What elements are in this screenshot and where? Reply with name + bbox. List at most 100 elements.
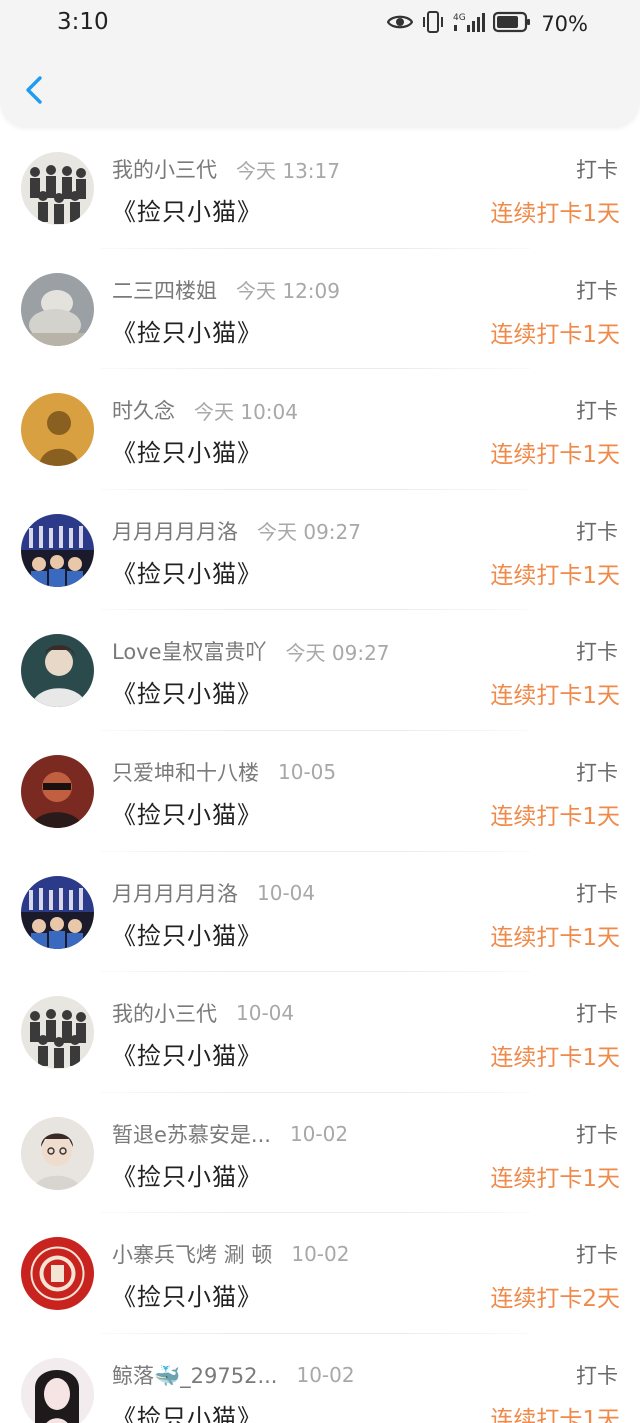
- status-bar: 3:10 4G 70%: [0, 0, 640, 48]
- checkin-action-label: 打卡: [576, 519, 618, 544]
- streak-label: 连续打卡1天: [490, 1406, 620, 1423]
- streak-label: 连续打卡1天: [490, 683, 620, 710]
- checkin-time: 10-05: [278, 759, 337, 784]
- streak-label: 连续打卡1天: [490, 924, 620, 951]
- chevron-left-icon: [26, 76, 42, 104]
- streak-label: 连续打卡1天: [490, 562, 620, 589]
- checkin-action-label: 打卡: [576, 640, 618, 665]
- checkin-row[interactable]: 鲸落🐳_29752... 10-02 《捡只小猫》 打卡连续打卡1天: [0, 1334, 640, 1423]
- name-line: 我的小三代 10-04: [112, 998, 294, 1028]
- battery-icon: [493, 11, 531, 37]
- back-button[interactable]: [18, 70, 52, 110]
- user-name[interactable]: 暂退e苏慕安是...: [112, 1119, 271, 1149]
- user-name[interactable]: 我的小三代: [112, 998, 217, 1028]
- checkin-action-label: 打卡: [576, 1002, 618, 1027]
- checkin-row[interactable]: 我的小三代 10-04 《捡只小猫》 打卡连续打卡1天: [0, 972, 640, 1093]
- user-name[interactable]: 二三四楼姐: [112, 275, 217, 305]
- book-title[interactable]: 《捡只小猫》: [112, 313, 262, 348]
- svg-text:4G: 4G: [453, 13, 466, 23]
- status-time: 3:10: [57, 9, 109, 35]
- checkin-row[interactable]: Love皇权富贵吖 今天 09:27 《捡只小猫》 打卡连续打卡1天: [0, 610, 640, 731]
- user-name[interactable]: 月月月月月洛: [112, 516, 238, 546]
- checkin-action-label: 打卡: [576, 158, 618, 182]
- user-name[interactable]: Love皇权富贵吖: [112, 636, 267, 666]
- user-name[interactable]: 小寨兵飞烤 涮 顿: [112, 1239, 272, 1269]
- streak-label: 连续打卡2天: [490, 1286, 620, 1313]
- avatar[interactable]: [21, 1237, 94, 1311]
- checkin-row[interactable]: 时久念 今天 10:04 《捡只小猫》 打卡连续打卡1天: [0, 369, 640, 490]
- checkin-time: 10-02: [291, 1242, 350, 1267]
- checkin-time: 今天 09:27: [257, 520, 361, 545]
- name-line: 小寨兵飞烤 涮 顿 10-02: [112, 1239, 349, 1269]
- checkin-time: 10-04: [257, 880, 316, 905]
- avatar[interactable]: [21, 875, 94, 949]
- user-name[interactable]: 鲸落🐳_29752...: [112, 1360, 277, 1390]
- checkin-action-label: 打卡: [576, 278, 618, 303]
- streak-label: 连续打卡1天: [490, 321, 620, 348]
- checkin-action-label: 打卡: [576, 399, 618, 424]
- header: [0, 48, 640, 128]
- name-line: 月月月月月洛 今天 09:27: [112, 516, 361, 546]
- eye-icon: [387, 13, 414, 35]
- checkin-time: 今天 13:17: [236, 158, 340, 183]
- user-name[interactable]: 月月月月月洛: [112, 878, 238, 908]
- name-line: 时久念 今天 10:04: [112, 395, 298, 425]
- avatar[interactable]: [21, 513, 94, 587]
- name-line: 暂退e苏慕安是... 10-02: [112, 1119, 348, 1149]
- book-title[interactable]: 《捡只小猫》: [112, 1277, 262, 1312]
- avatar[interactable]: [21, 634, 94, 708]
- streak-label: 连续打卡1天: [490, 442, 620, 469]
- streak-label: 连续打卡1天: [490, 201, 620, 227]
- book-title[interactable]: 《捡只小猫》: [112, 1398, 262, 1423]
- checkin-time: 今天 10:04: [194, 399, 298, 424]
- book-title[interactable]: 《捡只小猫》: [112, 795, 262, 830]
- checkin-action-label: 打卡: [576, 1243, 618, 1268]
- avatar[interactable]: [21, 1116, 94, 1190]
- name-line: 鲸落🐳_29752... 10-02: [112, 1360, 355, 1390]
- streak-label: 连续打卡1天: [490, 1045, 620, 1072]
- checkin-row[interactable]: 小寨兵飞烤 涮 顿 10-02 《捡只小猫》 打卡连续打卡2天: [0, 1213, 640, 1334]
- avatar[interactable]: [21, 272, 94, 346]
- checkin-row[interactable]: 我的小三代 今天 13:17 《捡只小猫》 打卡连续打卡1天: [0, 128, 640, 249]
- user-name[interactable]: 只爱坤和十八楼: [112, 757, 259, 787]
- avatar[interactable]: [21, 393, 94, 467]
- user-name[interactable]: 时久念: [112, 395, 175, 425]
- streak-label: 连续打卡1天: [490, 1165, 620, 1192]
- checkin-action-label: 打卡: [576, 881, 618, 906]
- book-title[interactable]: 《捡只小猫》: [112, 1157, 262, 1192]
- checkin-row[interactable]: 暂退e苏慕安是... 10-02 《捡只小猫》 打卡连续打卡1天: [0, 1093, 640, 1214]
- checkin-row[interactable]: 月月月月月洛 10-04 《捡只小猫》 打卡连续打卡1天: [0, 852, 640, 973]
- checkin-row[interactable]: 二三四楼姐 今天 12:09 《捡只小猫》 打卡连续打卡1天: [0, 249, 640, 370]
- avatar[interactable]: [21, 754, 94, 828]
- name-line: 二三四楼姐 今天 12:09: [112, 275, 340, 305]
- battery-percent: 70%: [541, 12, 588, 36]
- book-title[interactable]: 《捡只小猫》: [112, 1036, 262, 1071]
- name-line: 月月月月月洛 10-04: [112, 878, 315, 908]
- book-title[interactable]: 《捡只小猫》: [112, 554, 262, 589]
- avatar[interactable]: [21, 996, 94, 1070]
- book-title[interactable]: 《捡只小猫》: [112, 192, 262, 227]
- checkin-action-label: 打卡: [576, 760, 618, 785]
- book-title[interactable]: 《捡只小猫》: [112, 916, 262, 951]
- name-line: 只爱坤和十八楼 10-05: [112, 757, 336, 787]
- checkin-list: 我的小三代 今天 13:17 《捡只小猫》 打卡 连续打卡1天 二三四楼姐 今天 12:09…: [0, 128, 640, 1423]
- status-icons: 4G 70%: [387, 9, 588, 39]
- signal-icon: 4G: [453, 11, 486, 37]
- name-line: 我的小三代 今天 13:17: [112, 154, 340, 184]
- checkin-time: 今天 09:27: [285, 640, 390, 665]
- user-name[interactable]: 我的小三代: [112, 154, 217, 184]
- checkin-row[interactable]: 月月月月月洛 今天 09:27 《捡只小猫》 打卡连续打卡1天: [0, 490, 640, 611]
- book-title[interactable]: 《捡只小猫》: [112, 433, 262, 468]
- streak-label: 连续打卡1天: [490, 803, 620, 830]
- checkin-action-label: 打卡: [576, 1122, 618, 1147]
- book-title[interactable]: 《捡只小猫》: [112, 674, 262, 709]
- avatar[interactable]: [21, 152, 94, 225]
- checkin-time: 10-04: [236, 1001, 295, 1026]
- checkin-row[interactable]: 只爱坤和十八楼 10-05 《捡只小猫》 打卡连续打卡1天: [0, 731, 640, 852]
- vibrate-icon: [421, 10, 445, 38]
- name-line: Love皇权富贵吖 今天 09:27: [112, 636, 390, 666]
- checkin-time: 10-02: [296, 1362, 355, 1387]
- checkin-time: 10-02: [289, 1121, 349, 1146]
- avatar[interactable]: [21, 1357, 94, 1423]
- checkin-action-label: 打卡: [576, 1363, 618, 1388]
